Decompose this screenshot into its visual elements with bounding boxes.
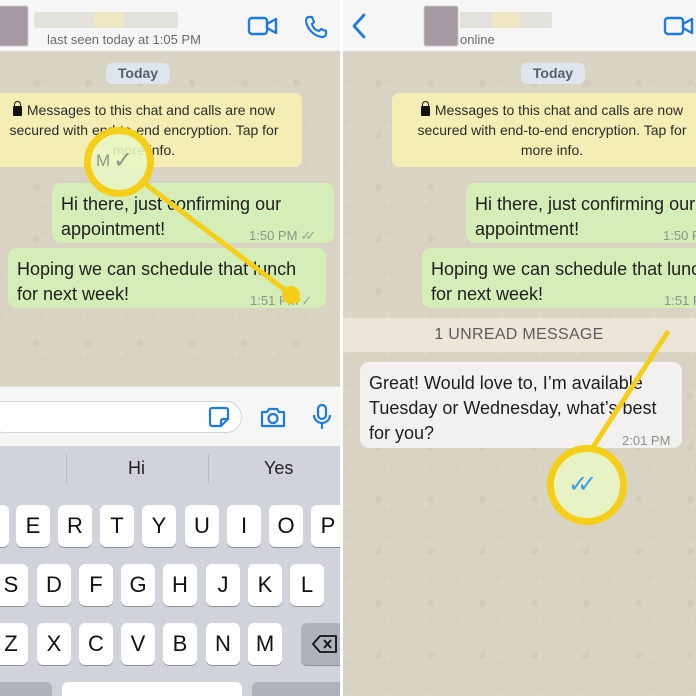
panel-divider [340,0,343,696]
chat-panel-left: last seen today at 1:05 PM Today Message… [0,0,342,696]
chat-panel-right: online Today Messages to this chat and c… [342,0,696,696]
numbers-key[interactable] [0,682,52,696]
key-y[interactable]: Y [142,505,176,547]
notice-line-3: more info. [520,142,584,158]
callout-magnifier: M ✓ [84,127,154,197]
message-text-line: for next week! [431,284,544,304]
message-text-line: Hoping we can schedule that lunch [431,259,696,279]
message-time: 2:01 PM [622,433,671,448]
key-f[interactable]: F [79,564,113,606]
key-v[interactable]: V [121,623,155,665]
contact-avatar-blurred[interactable] [0,6,28,46]
sticker-icon[interactable] [207,405,231,434]
message-text-line: Great! Would love to, I’m available [369,373,643,393]
key-k[interactable]: K [248,564,282,606]
lock-icon [420,101,430,116]
message-text-line: for you? [369,423,435,443]
camera-icon[interactable] [259,405,287,434]
callout-time-fragment: M [96,151,111,170]
message-text-line: Hi there, just confirming our [475,194,696,214]
key-b[interactable]: B [163,623,197,665]
key-i[interactable]: I [227,505,261,547]
incoming-message[interactable]: Great! Would love to, I’m available Tues… [360,362,682,448]
video-camera-icon[interactable] [663,14,694,43]
unread-messages-banner: 1 UNREAD MESSAGE [342,318,696,352]
return-key[interactable] [252,682,342,696]
date-separator: Today [106,63,170,84]
encryption-notice[interactable]: Messages to this chat and calls are now … [392,93,696,167]
key-n[interactable]: N [206,623,240,665]
key-j[interactable]: J [206,564,240,606]
key-l[interactable]: L [290,564,324,606]
message-time: 1:51 PM [664,293,696,308]
callout-anchor-dot [282,286,300,304]
single-check-icon: ✓ [301,293,313,308]
double-check-read-icon: ✓✓ [568,471,597,498]
key-c[interactable]: C [79,623,113,665]
key-d[interactable]: D [37,564,71,606]
key-m[interactable]: M [248,623,282,665]
notice-line-1: Messages to this chat and calls are now [434,102,684,118]
key-t[interactable]: T [100,505,134,547]
outgoing-message[interactable]: Hoping we can schedule that lunch for ne… [422,248,696,308]
space-key[interactable] [62,682,242,696]
key-p[interactable]: P [311,505,342,547]
suggestion-item[interactable]: Hi [128,458,145,479]
contact-name-blurred-accent [94,12,124,28]
key-r[interactable]: R [58,505,92,547]
online-status: online [460,32,495,47]
outgoing-message[interactable]: Hi there, just confirming our appointmen… [466,183,696,243]
outgoing-message[interactable]: Hoping we can schedule that lunch for ne… [8,248,326,308]
key-z[interactable]: Z [0,623,28,665]
key-e[interactable]: E [16,505,50,547]
outgoing-message[interactable]: Hi there, just confirming our appointmen… [52,183,334,243]
key-u[interactable]: U [185,505,219,547]
chevron-left-icon[interactable] [350,12,368,45]
contact-name-blurred-accent [492,12,520,28]
backspace-key[interactable] [301,623,342,665]
on-screen-keyboard: Hi Yes Q W E R T Y U I O P S A D F G H J… [0,446,342,696]
key-x[interactable]: X [37,623,71,665]
suggestion-divider [208,454,209,484]
single-check-icon: ✓ [113,147,134,174]
notice-line-1: Messages to this chat and calls are now [26,102,276,118]
callout-magnifier: ✓✓ [547,445,627,525]
last-seen-status: last seen today at 1:05 PM [47,32,201,47]
predictive-suggestions: Hi Yes [0,446,342,492]
message-time: 1:50 PM [663,228,696,243]
suggestion-divider [66,454,67,484]
suggestion-item[interactable]: Yes [264,458,293,479]
key-s[interactable]: S [0,564,28,606]
message-input[interactable] [0,401,242,433]
phone-icon[interactable] [303,14,329,45]
backspace-icon [312,635,337,653]
chat-header: online [342,0,696,52]
message-time: 1:50 PM [249,228,298,243]
date-separator: Today [521,63,585,84]
microphone-icon[interactable] [311,403,333,436]
key-o[interactable]: O [269,505,303,547]
key-g[interactable]: G [121,564,155,606]
key-h[interactable]: H [163,564,197,606]
contact-avatar-blurred[interactable] [424,6,458,46]
key-q[interactable]: Q [0,505,9,547]
lock-icon [12,101,22,116]
chat-header: last seen today at 1:05 PM [0,0,342,52]
notice-line-2: secured with end-to-end encryption. Tap … [9,122,279,138]
notice-line-2: secured with end-to-end encryption. Tap … [417,122,687,138]
double-check-icon: ✓✓ [300,228,316,243]
message-input-bar [0,386,342,446]
video-camera-icon[interactable] [247,14,278,43]
